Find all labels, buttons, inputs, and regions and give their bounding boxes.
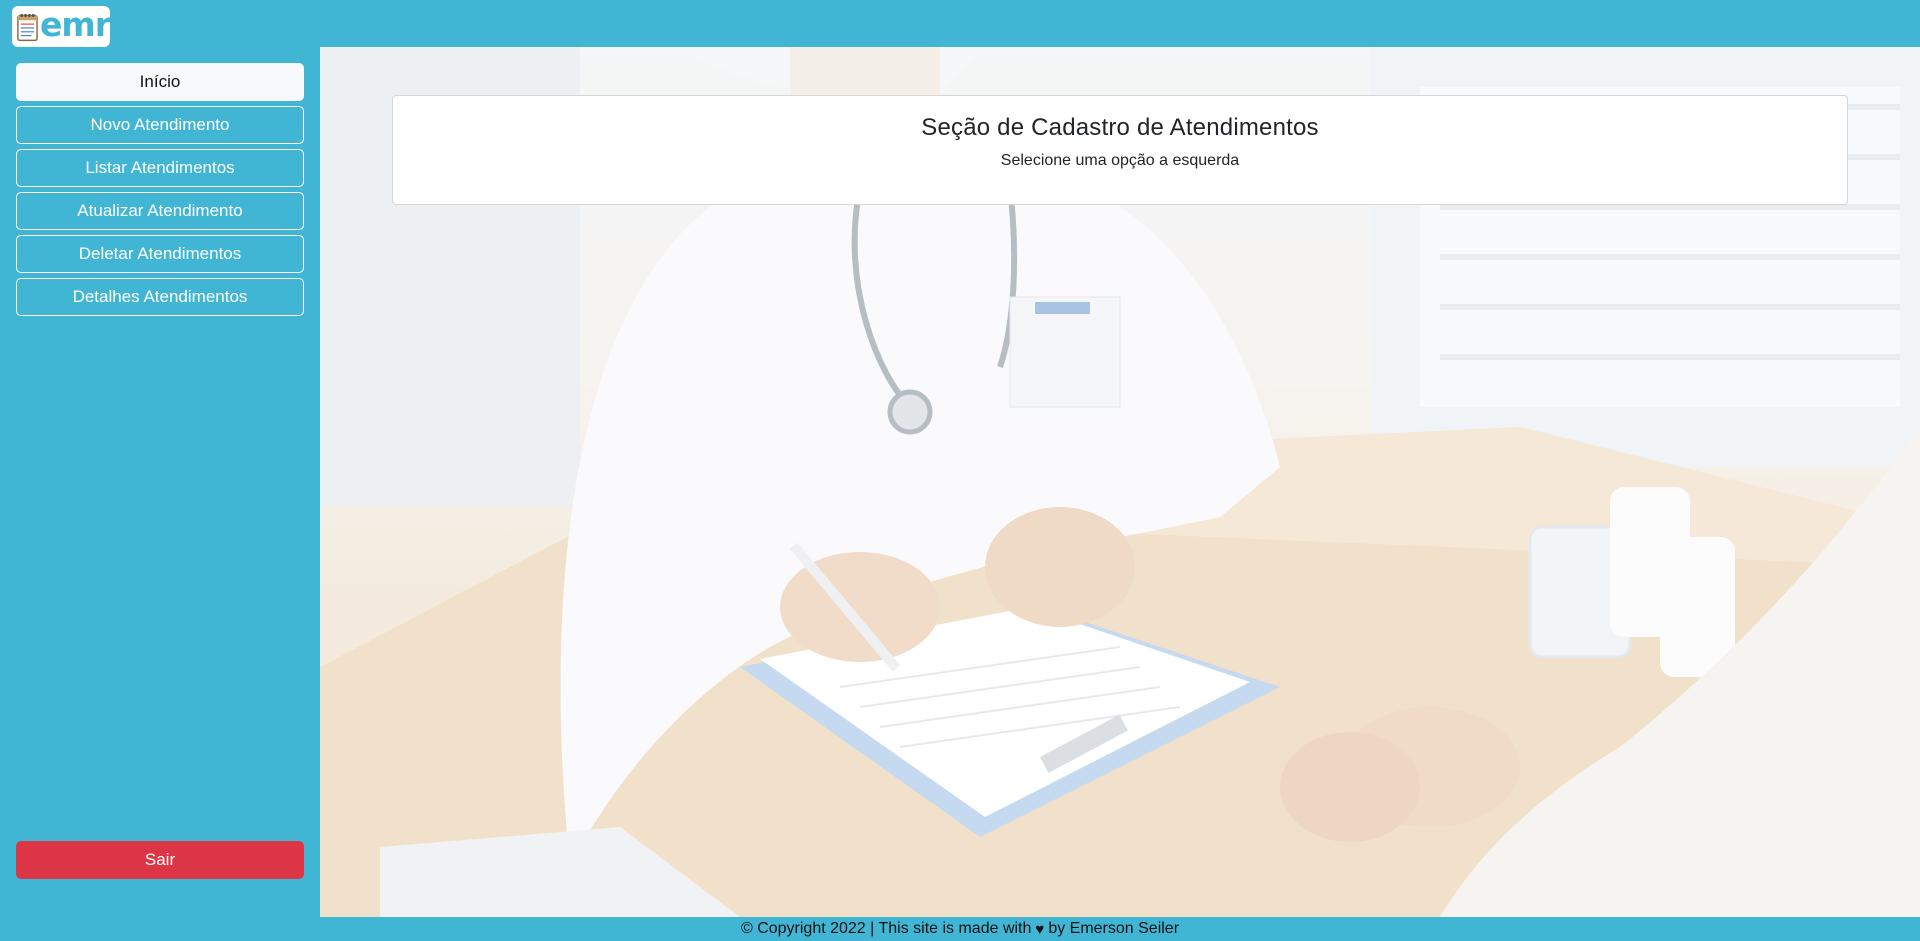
sidebar-item-novo-atendimento[interactable]: Novo Atendimento: [16, 106, 304, 144]
page-subtitle: Selecione uma opção a esquerda: [1000, 152, 1240, 169]
footer: © Copyright 2022 | This site is made wit…: [0, 917, 1920, 941]
top-bar: emr: [0, 0, 1920, 47]
info-card: Seção de Cadastro de Atendimentos Seleci…: [392, 95, 1848, 205]
sidebar-item-atualizar-atendimento[interactable]: Atualizar Atendimento: [16, 192, 304, 230]
notepad-icon: [17, 13, 38, 41]
app-logo[interactable]: emr: [12, 5, 111, 47]
logout-button[interactable]: Sair: [16, 841, 304, 879]
sidebar-item-deletar-atendimentos[interactable]: Deletar Atendimentos: [16, 235, 304, 273]
main-content: Seção de Cadastro de Atendimentos Seleci…: [320, 47, 1920, 917]
sidebar-item-inicio[interactable]: Início: [16, 63, 304, 101]
sidebar: Início Novo Atendimento Listar Atendimen…: [0, 47, 320, 917]
page-title: Seção de Cadastro de Atendimentos: [921, 114, 1319, 141]
sidebar-item-listar-atendimentos[interactable]: Listar Atendimentos: [16, 149, 304, 187]
heart-icon: ♥: [1035, 920, 1045, 938]
logo-text: emr: [39, 5, 111, 44]
footer-copyright: © Copyright 2022 | This site is made wit…: [740, 920, 1032, 937]
footer-author: by Emerson Seiler: [1048, 920, 1180, 937]
sidebar-item-detalhes-atendimentos[interactable]: Detalhes Atendimentos: [16, 278, 304, 316]
